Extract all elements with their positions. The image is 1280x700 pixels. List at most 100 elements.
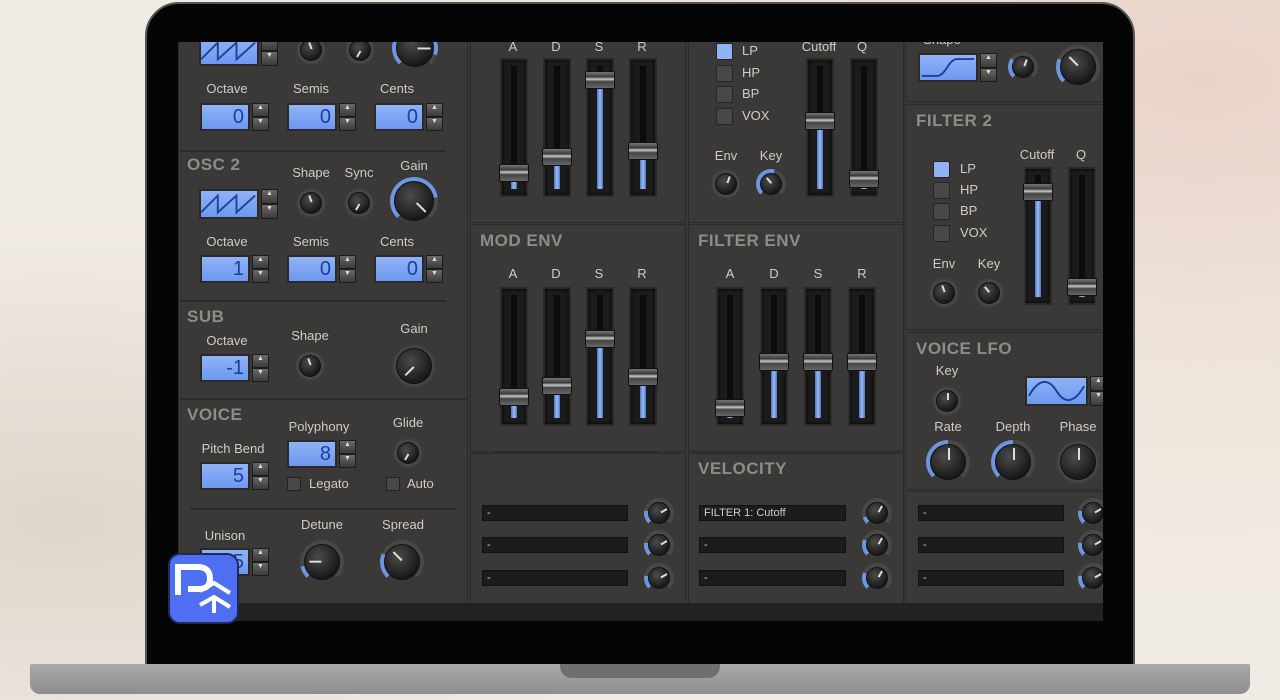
osc1-octave-field[interactable]: 0 bbox=[200, 103, 250, 131]
slider-handle[interactable] bbox=[847, 352, 877, 371]
slider-handle[interactable] bbox=[499, 164, 529, 183]
spinner-up-icon[interactable]: ▲ bbox=[261, 42, 278, 51]
osc2-octave-field-spinner[interactable]: ▲ ▼ bbox=[252, 255, 269, 283]
slider-handle[interactable] bbox=[715, 398, 745, 417]
slider-handle[interactable] bbox=[849, 169, 879, 188]
osc2-octave-field[interactable]: 1 bbox=[200, 255, 250, 283]
osc2-sync-knob[interactable] bbox=[344, 188, 374, 218]
lfo-rate-knob[interactable] bbox=[926, 440, 970, 484]
amp-env-slider-0[interactable] bbox=[499, 58, 529, 197]
filter-env-slider-1[interactable] bbox=[759, 287, 789, 426]
shape-knob-small[interactable] bbox=[1008, 52, 1038, 82]
spinner-up-icon[interactable]: ▲ bbox=[252, 255, 269, 269]
filter-shape-display[interactable] bbox=[918, 53, 978, 82]
osc2-cents-field[interactable]: 0 bbox=[374, 255, 424, 283]
filter1-q-slider[interactable] bbox=[849, 58, 879, 197]
spinner-down-icon[interactable]: ▼ bbox=[1090, 391, 1103, 406]
spinner-down-icon[interactable]: ▼ bbox=[339, 454, 356, 468]
velocity-amount-knob[interactable] bbox=[862, 563, 892, 593]
mod-slot[interactable]: - bbox=[482, 537, 628, 553]
polyphony-field[interactable]: 8 bbox=[287, 440, 337, 468]
velocity-slot[interactable]: - bbox=[699, 537, 846, 553]
velocity-slot[interactable]: FILTER 1: Cutoff bbox=[699, 505, 846, 521]
spinner-up-icon[interactable]: ▲ bbox=[252, 103, 269, 117]
spinner-down-icon[interactable]: ▼ bbox=[339, 117, 356, 131]
mod-env-slider-3[interactable] bbox=[628, 287, 658, 426]
spinner-down-icon[interactable]: ▼ bbox=[261, 51, 278, 66]
slider-handle[interactable] bbox=[542, 147, 572, 166]
spinner-down-icon[interactable]: ▼ bbox=[261, 204, 278, 219]
lfo-wave-display-spinner[interactable]: ▲ ▼ bbox=[1090, 376, 1103, 406]
spinner-up-icon[interactable]: ▲ bbox=[1090, 376, 1103, 391]
osc1-semis-field[interactable]: 0 bbox=[287, 103, 337, 131]
slider-handle[interactable] bbox=[803, 352, 833, 371]
osc1-wave-display[interactable] bbox=[199, 42, 259, 66]
mod-env-slider-1[interactable] bbox=[542, 287, 572, 426]
mod-slot[interactable]: - bbox=[482, 505, 628, 521]
spinner-up-icon[interactable]: ▲ bbox=[426, 103, 443, 117]
filter-env-slider-3[interactable] bbox=[847, 287, 877, 426]
spread-knob[interactable] bbox=[380, 540, 424, 584]
filter2-type-1[interactable] bbox=[933, 182, 950, 199]
slider-handle[interactable] bbox=[1023, 182, 1053, 201]
filter1-type-2[interactable] bbox=[716, 86, 733, 103]
filter2-type-0[interactable] bbox=[933, 161, 950, 178]
osc2-shape-knob[interactable] bbox=[296, 188, 326, 218]
shape-knob-large[interactable] bbox=[1056, 45, 1100, 89]
filter2-key-knob[interactable] bbox=[974, 278, 1004, 308]
velocity-amount-knob[interactable] bbox=[862, 498, 892, 528]
lfo-slot-amount-knob[interactable] bbox=[1078, 498, 1103, 528]
spinner-down-icon[interactable]: ▼ bbox=[980, 67, 997, 82]
sub-octave-field-spinner[interactable]: ▲ ▼ bbox=[252, 354, 269, 382]
slider-handle[interactable] bbox=[1067, 277, 1097, 296]
lfo-slot[interactable]: - bbox=[918, 537, 1064, 553]
spinner-up-icon[interactable]: ▲ bbox=[980, 53, 997, 68]
filter-env-slider-2[interactable] bbox=[803, 287, 833, 426]
lfo-slot-amount-knob[interactable] bbox=[1078, 563, 1103, 593]
osc2-wave-display-spinner[interactable]: ▲ ▼ bbox=[261, 189, 278, 219]
filter2-cutoff-slider[interactable] bbox=[1023, 167, 1053, 305]
glide-knob[interactable] bbox=[393, 438, 423, 468]
osc1-cents-field-spinner[interactable]: ▲ ▼ bbox=[426, 103, 443, 131]
sub-octave-field[interactable]: -1 bbox=[200, 354, 250, 382]
filter-env-slider-0[interactable] bbox=[715, 287, 745, 426]
slider-handle[interactable] bbox=[585, 329, 615, 348]
slider-handle[interactable] bbox=[542, 376, 572, 395]
amp-env-slider-1[interactable] bbox=[542, 58, 572, 197]
filter2-env-knob[interactable] bbox=[929, 278, 959, 308]
filter1-env-knob[interactable] bbox=[711, 169, 741, 199]
filter1-type-0[interactable] bbox=[716, 43, 733, 60]
filter2-type-3[interactable] bbox=[933, 225, 950, 242]
slider-handle[interactable] bbox=[585, 71, 615, 90]
spinner-up-icon[interactable]: ▲ bbox=[252, 462, 269, 476]
slider-handle[interactable] bbox=[628, 368, 658, 387]
lfo-slot[interactable]: - bbox=[918, 570, 1064, 586]
amp-env-slider-2[interactable] bbox=[585, 58, 615, 197]
velocity-slot[interactable]: - bbox=[699, 570, 846, 586]
osc2-cents-field-spinner[interactable]: ▲ ▼ bbox=[426, 255, 443, 283]
filter1-cutoff-slider[interactable] bbox=[805, 58, 835, 197]
filter2-q-slider[interactable] bbox=[1067, 167, 1097, 305]
spinner-down-icon[interactable]: ▼ bbox=[426, 117, 443, 131]
filter2-type-2[interactable] bbox=[933, 203, 950, 220]
polyphony-field-spinner[interactable]: ▲ ▼ bbox=[339, 440, 356, 468]
spinner-down-icon[interactable]: ▼ bbox=[252, 269, 269, 283]
pitch-bend-field[interactable]: 5 bbox=[200, 462, 250, 490]
spinner-down-icon[interactable]: ▼ bbox=[339, 269, 356, 283]
spinner-up-icon[interactable]: ▲ bbox=[339, 440, 356, 454]
mod-slot-amount-knob[interactable] bbox=[644, 498, 674, 528]
osc1-wave-display-spinner[interactable]: ▲▼ bbox=[261, 42, 278, 66]
spinner-down-icon[interactable]: ▼ bbox=[252, 368, 269, 382]
osc1-semis-field-spinner[interactable]: ▲ ▼ bbox=[339, 103, 356, 131]
mod-slot-amount-knob[interactable] bbox=[644, 530, 674, 560]
spinner-down-icon[interactable]: ▼ bbox=[252, 117, 269, 131]
osc2-semis-field[interactable]: 0 bbox=[287, 255, 337, 283]
spinner-up-icon[interactable]: ▲ bbox=[339, 103, 356, 117]
mod-slot[interactable]: - bbox=[482, 570, 628, 586]
filter-shape-display-spinner[interactable]: ▲ ▼ bbox=[980, 53, 997, 82]
auto-checkbox[interactable] bbox=[386, 477, 400, 491]
legato-checkbox[interactable] bbox=[287, 477, 301, 491]
spinner-up-icon[interactable]: ▲ bbox=[426, 255, 443, 269]
pitch-bend-field-spinner[interactable]: ▲ ▼ bbox=[252, 462, 269, 490]
sub-shape-knob[interactable] bbox=[295, 351, 325, 381]
